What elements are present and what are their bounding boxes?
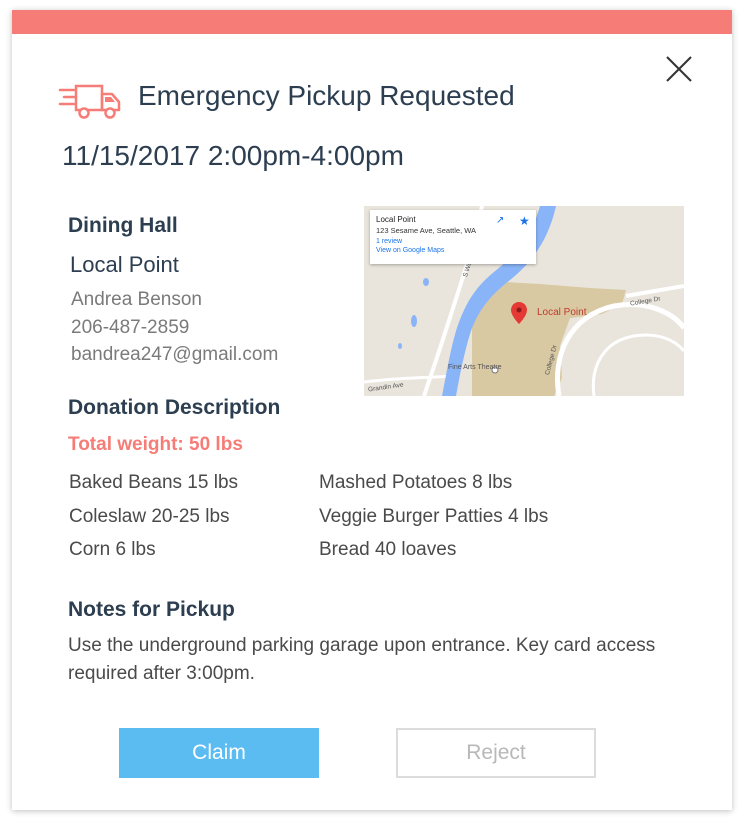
donation-item: Bread 40 loaves	[319, 539, 457, 560]
modal-title: Emergency Pickup Requested	[138, 80, 515, 111]
map-place-label: Local Point	[537, 307, 587, 318]
location-name: Local Point	[70, 252, 179, 277]
notes-text: Use the underground parking garage upon …	[68, 635, 656, 684]
map-card-title: Local Point	[376, 215, 416, 224]
star-icon[interactable]: ★	[519, 214, 530, 228]
pickup-modal: Emergency Pickup Requested 11/15/2017 2:…	[12, 10, 732, 810]
truck-icon	[58, 82, 122, 122]
donation-item: Veggie Burger Patties 4 lbs	[319, 506, 549, 527]
pickup-datetime: 11/15/2017 2:00pm-4:00pm	[62, 140, 404, 171]
donation-item: Mashed Potatoes 8 lbs	[319, 472, 513, 493]
close-icon[interactable]	[664, 54, 694, 84]
map-card-reviews[interactable]: 1 review	[376, 238, 530, 245]
location-map[interactable]: S Wolcott Ave College Dr College Dr Gran…	[364, 206, 684, 396]
donation-item: Coleslaw 20-25 lbs	[69, 506, 230, 527]
modal-accent-bar	[12, 10, 732, 34]
map-info-card: Local Point 123 Sesame Ave, Seattle, WA …	[370, 210, 536, 264]
map-landmark-label: Fine Arts Theatre	[448, 364, 502, 371]
claim-button[interactable]: Claim	[119, 728, 319, 778]
contact-phone[interactable]: 206-487-2859	[71, 317, 189, 339]
location-heading: Dining Hall	[68, 214, 178, 237]
view-on-google-maps-link[interactable]: View on Google Maps	[376, 247, 530, 254]
directions-icon[interactable]: ↗	[496, 215, 504, 226]
donation-item: Corn 6 lbs	[69, 539, 156, 560]
total-weight: Total weight: 50 lbs	[68, 434, 243, 455]
donation-item: Baked Beans 15 lbs	[69, 472, 239, 493]
donation-heading: Donation Description	[68, 396, 281, 419]
notes-heading: Notes for Pickup	[68, 598, 235, 621]
reject-button[interactable]: Reject	[396, 728, 596, 778]
contact-email[interactable]: bandrea247@gmail.com	[71, 344, 278, 366]
contact-name: Andrea Benson	[71, 289, 202, 310]
map-card-address: 123 Sesame Ave, Seattle, WA	[376, 226, 477, 235]
